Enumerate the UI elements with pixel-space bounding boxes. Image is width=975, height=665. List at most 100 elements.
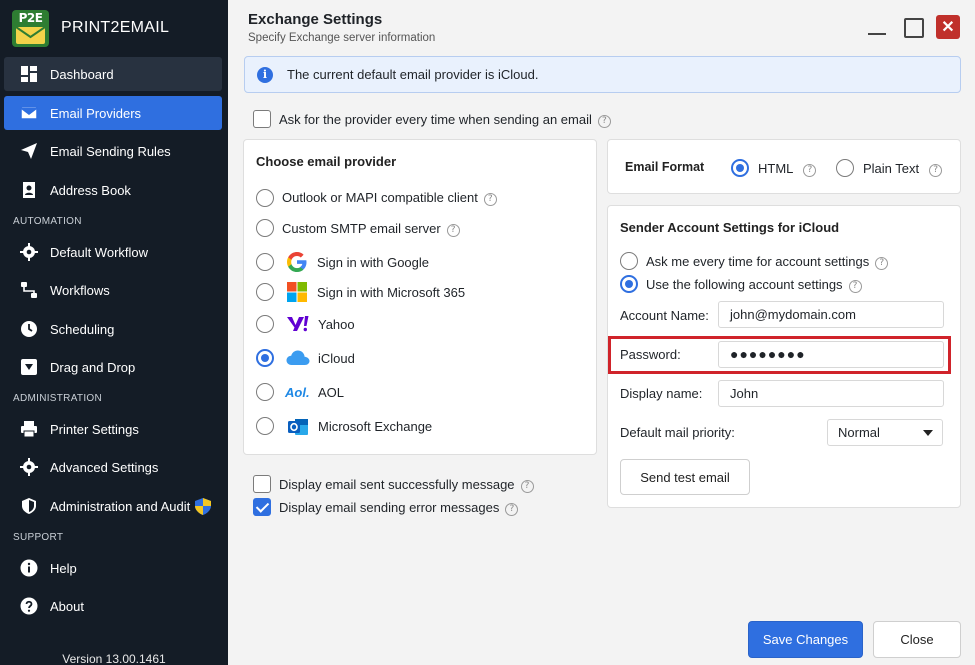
format-html-label: HTML? xyxy=(758,161,817,177)
dashboard-icon xyxy=(20,65,38,83)
maximize-button[interactable] xyxy=(902,16,924,38)
password-highlight xyxy=(608,336,951,374)
help-icon[interactable]: ? xyxy=(483,193,497,206)
sidebar-item-printer-settings[interactable]: Printer Settings xyxy=(4,412,222,446)
provider-aol-label: AOL xyxy=(318,385,345,400)
aol-icon: Aol. xyxy=(285,385,310,400)
ask-account-label: Ask me every time for account settings? xyxy=(646,254,889,270)
provider-aol-radio[interactable] xyxy=(256,383,274,401)
page-subtitle: Specify Exchange server information xyxy=(248,32,436,44)
info-banner: i The current default email provider is … xyxy=(244,56,961,93)
ask-account-radio[interactable] xyxy=(620,252,638,270)
sidebar-item-address-book[interactable]: Address Book xyxy=(4,173,222,207)
uac-shield-icon xyxy=(195,497,212,515)
printer-icon xyxy=(20,420,38,438)
use-following-radio[interactable] xyxy=(620,275,638,293)
sidebar-item-advanced-settings[interactable]: Advanced Settings xyxy=(4,450,222,484)
sidebar-item-workflows[interactable]: Workflows xyxy=(4,273,222,307)
provider-yahoo-radio[interactable] xyxy=(256,315,274,333)
sidebar-item-email-providers[interactable]: Email Providers xyxy=(4,96,222,130)
close-icon: ✕ xyxy=(941,19,955,36)
provider-exchange-radio[interactable] xyxy=(256,417,274,435)
shield-icon xyxy=(20,497,38,515)
chevron-down-icon xyxy=(923,430,933,436)
workflow-icon xyxy=(20,281,38,299)
provider-microsoft-label: Sign in with Microsoft 365 xyxy=(317,285,466,300)
error-msg-label: Display email sending error messages? xyxy=(279,500,519,516)
priority-label: Default mail priority: xyxy=(620,425,735,440)
provider-icloud-radio[interactable] xyxy=(256,349,274,367)
info-text: The current default email provider is iC… xyxy=(287,67,539,82)
help-icon[interactable]: ? xyxy=(803,164,817,177)
format-label: Email Format xyxy=(625,160,705,174)
clock-icon xyxy=(20,320,38,338)
yahoo-icon xyxy=(286,313,309,335)
gear-icon xyxy=(20,458,38,476)
provider-outlook-radio[interactable] xyxy=(256,189,274,207)
send-test-email-button[interactable]: Send test email xyxy=(620,459,750,495)
sidebar-item-help[interactable]: Help xyxy=(4,551,222,585)
help-icon[interactable]: ? xyxy=(446,224,460,237)
app-name: PRINT2EMAIL xyxy=(61,19,170,36)
display-name-label: Display name: xyxy=(620,386,703,401)
provider-panel-title: Choose email provider xyxy=(256,154,397,169)
provider-outlook-label: Outlook or MAPI compatible client? xyxy=(282,190,497,206)
use-following-label: Use the following account settings? xyxy=(646,277,862,293)
help-icon[interactable]: ? xyxy=(848,280,862,293)
provider-yahoo-label: Yahoo xyxy=(318,317,355,332)
account-name-input[interactable]: john@mydomain.com xyxy=(718,301,944,328)
provider-google-radio[interactable] xyxy=(256,253,274,271)
sidebar-item-drag-and-drop[interactable]: Drag and Drop xyxy=(4,350,222,384)
provider-google-label: Sign in with Google xyxy=(317,255,430,270)
provider-microsoft-radio[interactable] xyxy=(256,283,274,301)
outlook-icon xyxy=(287,416,309,438)
ask-provider-label: Ask for the provider every time when sen… xyxy=(279,112,611,128)
save-changes-button[interactable]: Save Changes xyxy=(748,621,863,658)
gear-icon xyxy=(20,243,38,261)
brand: P2E PRINT2EMAIL xyxy=(12,9,169,47)
sidebar-item-email-sending-rules[interactable]: Email Sending Rules xyxy=(4,134,222,168)
display-name-input[interactable]: John xyxy=(718,380,944,407)
version-label: Version 13.00.1461 xyxy=(62,652,166,665)
success-msg-checkbox[interactable] xyxy=(253,475,271,493)
help-icon[interactable]: ? xyxy=(929,164,943,177)
section-administration: ADMINISTRATION xyxy=(13,393,103,404)
provider-icloud-label: iCloud xyxy=(318,351,355,366)
envelope-icon xyxy=(20,104,38,122)
provider-exchange-label: Microsoft Exchange xyxy=(318,419,433,434)
sidebar-item-scheduling[interactable]: Scheduling xyxy=(4,312,222,346)
question-icon xyxy=(20,597,38,615)
paper-plane-icon xyxy=(20,142,38,160)
sender-panel-title: Sender Account Settings for iCloud xyxy=(620,220,840,235)
sidebar-item-default-workflow[interactable]: Default Workflow xyxy=(4,235,222,269)
help-icon[interactable]: ? xyxy=(520,480,534,493)
help-icon[interactable]: ? xyxy=(597,115,611,128)
section-automation: AUTOMATION xyxy=(13,216,82,227)
envelope-logo-mark xyxy=(15,25,46,44)
provider-smtp-radio[interactable] xyxy=(256,219,274,237)
page-title: Exchange Settings xyxy=(248,11,383,28)
sidebar-item-dashboard[interactable]: Dashboard xyxy=(4,57,222,91)
section-support: SUPPORT xyxy=(13,532,64,543)
contact-book-icon xyxy=(20,181,38,199)
close-button[interactable]: Close xyxy=(873,621,961,658)
info-icon xyxy=(20,559,38,577)
google-icon xyxy=(286,251,308,273)
sidebar-item-administration-and-audit[interactable]: Administration and Audit xyxy=(4,489,222,523)
drop-down-box-icon xyxy=(20,358,38,376)
close-window-button[interactable]: ✕ xyxy=(936,15,960,39)
sidebar-item-about[interactable]: About xyxy=(4,589,222,623)
minimize-button[interactable] xyxy=(866,16,888,38)
ask-provider-checkbox[interactable] xyxy=(253,110,271,128)
help-icon[interactable]: ? xyxy=(875,257,889,270)
sidebar: P2E PRINT2EMAIL Dashboard Email Provider… xyxy=(0,0,228,665)
priority-select[interactable]: Normal xyxy=(827,419,943,446)
info-icon: i xyxy=(257,66,273,83)
error-msg-checkbox[interactable] xyxy=(253,498,271,516)
app-logo: P2E xyxy=(12,9,49,47)
success-msg-label: Display email sent successfully message? xyxy=(279,477,534,493)
format-plain-label: Plain Text? xyxy=(863,161,943,177)
help-icon[interactable]: ? xyxy=(505,503,519,516)
format-plain-radio[interactable] xyxy=(836,159,854,177)
format-html-radio[interactable] xyxy=(731,159,749,177)
